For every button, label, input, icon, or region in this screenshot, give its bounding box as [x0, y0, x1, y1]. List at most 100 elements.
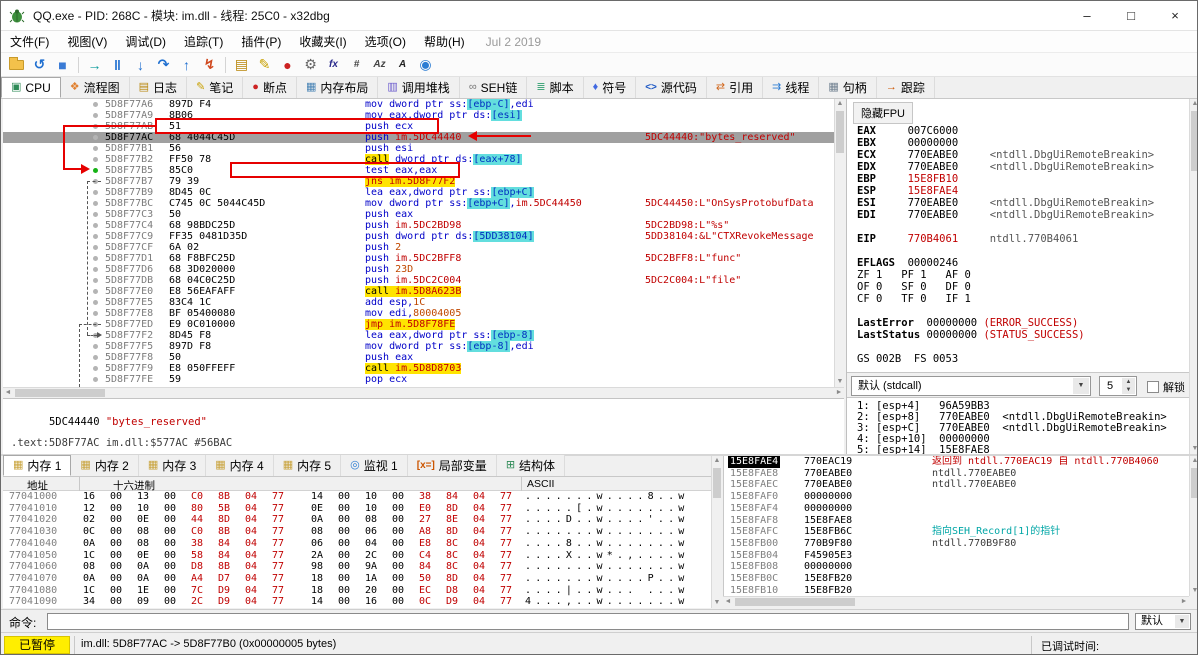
- scrollbar-thumb[interactable]: [1191, 468, 1197, 498]
- stack-row[interactable]: 15E8FAFC 15E8FB6C 指向SEH_Record[1]的指针: [724, 526, 1189, 538]
- breakpoint-dot[interactable]: [93, 377, 98, 382]
- hash-icon[interactable]: #: [345, 55, 368, 75]
- breakpoint-dot[interactable]: [93, 190, 98, 195]
- disasm-row[interactable]: 5D8F77FE 59 pop ecx: [3, 374, 834, 385]
- hide-fpu-button[interactable]: 隐藏FPU: [853, 102, 913, 124]
- step-over-icon[interactable]: ↷: [152, 55, 175, 75]
- register-line[interactable]: ESP 15E8FAE4: [857, 185, 1154, 197]
- stack-row[interactable]: 15E8FB0C 15E8FB20: [724, 573, 1189, 585]
- menu-item[interactable]: 收藏夹(I): [290, 31, 355, 53]
- breakpoint-dot[interactable]: [93, 366, 98, 371]
- register-line[interactable]: ESI 770EABE0 <ntdll.DbgUiRemoteBreakin>: [857, 197, 1154, 209]
- sphere-icon[interactable]: ◉: [414, 55, 437, 75]
- stack-row[interactable]: 15E8FAE4 770EAC19 返回到 ntdll.770EAC19 自 ntd…: [724, 456, 1189, 468]
- tab-symbols[interactable]: ♦ 符号: [583, 77, 637, 98]
- scrollbar-thumb[interactable]: [713, 468, 721, 498]
- breakpoint-dot[interactable]: [93, 212, 98, 217]
- dump-vscrollbar[interactable]: ▲ ▼: [711, 456, 721, 608]
- argument-count-stepper[interactable]: 5 ▲ ▼: [1099, 376, 1137, 396]
- disasm-row[interactable]: 5D8F77C3 50 push eax: [3, 209, 834, 220]
- dump-row[interactable]: 77041010 12 00 10 00 80 5B 04 77 0E 00 10 00 E0 8D 04 77…: [3, 503, 711, 515]
- breakpoint-dot[interactable]: [93, 157, 98, 162]
- register-line[interactable]: [857, 305, 1154, 317]
- stack-hscrollbar[interactable]: ◄ ►: [723, 596, 1189, 606]
- disasm-row[interactable]: 5D8F77CF 6A 02 push 2: [3, 242, 834, 253]
- unlock-checkbox[interactable]: [1147, 381, 1159, 393]
- tab-struct[interactable]: ⊞ 结构体: [496, 455, 566, 476]
- scrollbar-thumb[interactable]: [15, 389, 105, 397]
- tab-cpu[interactable]: ▣ CPU: [1, 77, 61, 98]
- tab-locals[interactable]: [x=] 局部变量: [407, 455, 497, 476]
- restart-icon[interactable]: ↺: [28, 55, 51, 75]
- open-file-icon[interactable]: [5, 55, 28, 75]
- stack-row[interactable]: 15E8FAEC 770EABE0 ntdll.770EABE0: [724, 479, 1189, 491]
- log-icon[interactable]: ▤: [230, 55, 253, 75]
- command-input[interactable]: [47, 613, 1129, 630]
- dump-row[interactable]: 77041080 1C 00 1E 00 7C D9 04 77 18 00 20 00 EC D8 04 77…: [3, 585, 711, 597]
- register-line[interactable]: EFLAGS 00000246: [857, 257, 1154, 269]
- scroll-up-icon[interactable]: ▲: [1190, 99, 1197, 109]
- disasm-row[interactable]: 5D8F77F2 8D45 F8 lea eax,dword ptr ss:[ebp…: [3, 330, 834, 341]
- stop-icon[interactable]: ■: [51, 55, 74, 75]
- breakpoint-dot[interactable]: [93, 113, 98, 118]
- register-line[interactable]: EDX 770EABE0 <ntdll.DbgUiRemoteBreakin>: [857, 161, 1154, 173]
- disasm-row[interactable]: 5D8F77C4 68 98BDC25D push im.5DC2BD98 5DC2B…: [3, 220, 834, 231]
- stack-row[interactable]: 15E8FAF8 15E8FAE8: [724, 515, 1189, 527]
- stack-row[interactable]: 15E8FAE8 770EABE0 ntdll.770EABE0: [724, 468, 1189, 480]
- tab-watch-1[interactable]: ◎ 监视 1: [341, 455, 408, 476]
- close-button[interactable]: ×: [1153, 1, 1197, 31]
- register-line[interactable]: ZF 1 PF 1 AF 0: [857, 269, 1154, 281]
- register-line[interactable]: [857, 245, 1154, 257]
- tab-graph[interactable]: ❖ 流程图: [60, 77, 130, 98]
- disasm-row[interactable]: 5D8F77E5 83C4 1C add esp,1C: [3, 297, 834, 308]
- scroll-up-icon[interactable]: ▲: [712, 456, 722, 466]
- scrollbar-thumb[interactable]: [735, 598, 855, 606]
- scroll-left-icon[interactable]: ◄: [3, 388, 13, 398]
- dump-row[interactable]: 77041050 1C 00 0E 00 58 84 04 77 2A 00 2C 00 C4 8C 04 77…: [3, 550, 711, 562]
- register-line[interactable]: EBX 00000000: [857, 137, 1154, 149]
- disasm-row[interactable]: 5D8F77D6 68 3D020000 push 23D: [3, 264, 834, 275]
- stack-vscrollbar[interactable]: ▲ ▼: [1189, 456, 1197, 596]
- scroll-up-icon[interactable]: ▲: [835, 99, 845, 109]
- register-line[interactable]: LastStatus 00000000 (STATUS_SUCCESS): [857, 329, 1154, 341]
- register-line[interactable]: [857, 341, 1154, 353]
- tab-handles[interactable]: ▦ 句柄: [819, 77, 877, 98]
- register-line[interactable]: EDI 770EABE0 <ntdll.DbgUiRemoteBreakin>: [857, 209, 1154, 221]
- breakpoint-dot[interactable]: [93, 344, 98, 349]
- pause-icon[interactable]: ‖: [106, 55, 129, 75]
- tab-dump-1[interactable]: ▦ 内存 1: [3, 455, 72, 476]
- disasm-row[interactable]: 5D8F77BC C745 0C 5044C45D mov dword ptr ss…: [3, 198, 834, 209]
- tab-notes[interactable]: ✎ 笔记: [187, 77, 244, 98]
- breakpoint-dot[interactable]: [93, 256, 98, 261]
- register-line[interactable]: EIP 770B4061 ntdll.770B4061: [857, 233, 1154, 245]
- breakpoint-dot[interactable]: [93, 355, 98, 360]
- disasm-row[interactable]: 5D8F77D1 68 F8BFC25D push im.5DC2BFF8 5DC2B…: [3, 253, 834, 264]
- register-line[interactable]: ECX 770EABE0 <ntdll.DbgUiRemoteBreakin>: [857, 149, 1154, 161]
- menu-item[interactable]: 文件(F): [1, 31, 58, 53]
- register-line[interactable]: EBP 15E8FB10: [857, 173, 1154, 185]
- dump-row[interactable]: 77041000 16 00 13 00 C0 8B 04 77 14 00 10 00 38 84 04 77…: [3, 491, 711, 503]
- tab-source[interactable]: <> 源代码: [636, 77, 707, 98]
- breakpoint-dot[interactable]: [93, 300, 98, 305]
- scroll-down-icon[interactable]: ▼: [835, 377, 845, 387]
- disassembly-vscrollbar[interactable]: ▲ ▼: [834, 99, 844, 387]
- disassembly-hscrollbar[interactable]: ◄ ►: [3, 387, 844, 397]
- tab-dump-3[interactable]: ▦ 内存 3: [138, 455, 207, 476]
- scroll-down-icon[interactable]: ▼: [1190, 586, 1197, 596]
- assemble-icon[interactable]: A: [391, 55, 414, 75]
- breakpoint-dot[interactable]: [93, 267, 98, 272]
- register-line[interactable]: LastError 00000000 (ERROR_SUCCESS): [857, 317, 1154, 329]
- disasm-row[interactable]: 5D8F77F5 897D F8 mov dword ptr ss:[ebp-8],…: [3, 341, 834, 352]
- dump-pane[interactable]: 77041000 16 00 13 00 C0 8B 04 77 14 00 10 00 38 84 04 77…: [3, 491, 711, 608]
- scroll-right-icon[interactable]: ►: [834, 388, 844, 398]
- dump-row[interactable]: 77041070 0A 00 0A 00 A4 D7 04 77 18 00 1A 00 50 8D 04 77…: [3, 573, 711, 585]
- menu-item[interactable]: 选项(O): [356, 31, 415, 53]
- breakpoint-dot[interactable]: [93, 135, 98, 140]
- stack-row[interactable]: 15E8FB10 15E8FB20: [724, 585, 1189, 596]
- tab-references[interactable]: ⇄ 引用: [706, 77, 764, 98]
- disasm-row[interactable]: 5D8F77B1 56 push esi: [3, 143, 834, 154]
- stepper-arrows-icon[interactable]: ▲ ▼: [1122, 378, 1135, 394]
- dump-row[interactable]: 77041040 0A 00 08 00 38 84 04 77 06 00 04 00 E8 8C 04 77…: [3, 538, 711, 550]
- disasm-row[interactable]: 5D8F77B9 8D45 0C lea eax,dword ptr ss:[ebp…: [3, 187, 834, 198]
- disasm-row[interactable]: 5D8F77F8 50 push eax: [3, 352, 834, 363]
